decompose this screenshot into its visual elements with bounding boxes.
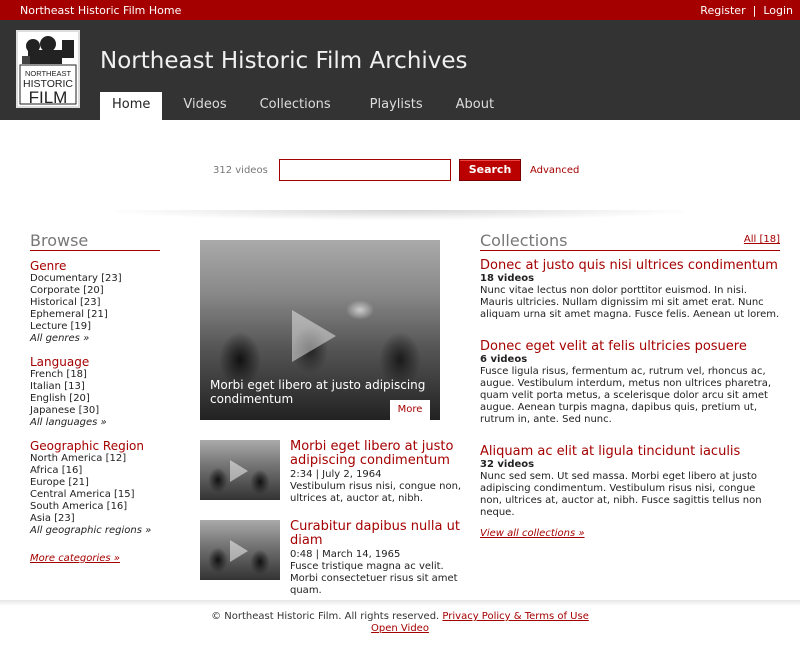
register-link[interactable]: Register bbox=[700, 4, 745, 17]
genre-item[interactable]: Ephemeral [21] bbox=[30, 309, 160, 321]
collection-count: 6 videos bbox=[480, 354, 528, 365]
collection-description: Fusce ligula risus, fermentum ac, rutrum… bbox=[480, 366, 772, 425]
video-count: 312 videos bbox=[213, 165, 268, 176]
collection-title[interactable]: Donec eget velit at felis ultricies posu… bbox=[480, 339, 780, 354]
collection-title[interactable]: Aliquam ac elit at ligula tincidunt iacu… bbox=[480, 444, 780, 459]
genre-item[interactable]: Corporate [20] bbox=[30, 285, 160, 297]
all-genres-link[interactable]: All genres » bbox=[30, 333, 160, 345]
main-nav: Home Videos Collections Playlists About bbox=[100, 92, 515, 120]
all-regions-link[interactable]: All geographic regions » bbox=[30, 525, 160, 537]
collection-count: 32 videos bbox=[480, 459, 535, 470]
collection-item: Donec at justo quis nisi ultrices condim… bbox=[480, 258, 780, 321]
browse-title: Browse bbox=[30, 232, 160, 251]
genre-item[interactable]: Documentary [23] bbox=[30, 273, 160, 285]
home-link[interactable]: Northeast Historic Film Home bbox=[20, 4, 181, 17]
region-item[interactable]: Africa [16] bbox=[30, 465, 160, 477]
all-collections-link[interactable]: All [18] bbox=[744, 234, 780, 245]
video-description: Fusce tristique magna ac velit. Morbi co… bbox=[290, 561, 458, 596]
site-logo[interactable]: NORTHEAST HISTORIC FILM bbox=[16, 30, 80, 108]
video-thumbnail[interactable] bbox=[200, 440, 280, 500]
language-item[interactable]: English [20] bbox=[30, 393, 160, 405]
region-item[interactable]: South America [16] bbox=[30, 501, 160, 513]
privacy-policy-link[interactable]: Privacy Policy & Terms of Use bbox=[442, 611, 588, 622]
play-icon bbox=[230, 460, 248, 482]
copyright-text: © Northeast Historic Film. All rights re… bbox=[211, 611, 440, 622]
site-title: Northeast Historic Film Archives bbox=[100, 48, 468, 74]
tab-home[interactable]: Home bbox=[100, 92, 163, 120]
site-header: NORTHEAST HISTORIC FILM Northeast Histor… bbox=[0, 20, 800, 120]
collection-item: Aliquam ac elit at ligula tincidunt iacu… bbox=[480, 444, 780, 519]
play-icon[interactable] bbox=[292, 310, 336, 362]
tab-videos[interactable]: Videos bbox=[171, 92, 238, 120]
collections-panel: Collections All [18] Donec at justo quis… bbox=[480, 232, 780, 539]
account-links: Register | Login bbox=[700, 4, 793, 17]
genre-list: Documentary [23] Corporate [20] Historic… bbox=[30, 273, 160, 345]
advanced-search-link[interactable]: Advanced bbox=[530, 165, 579, 176]
genre-item[interactable]: Lecture [19] bbox=[30, 321, 160, 333]
tab-collections[interactable]: Collections bbox=[248, 92, 343, 120]
collections-title: Collections bbox=[480, 232, 780, 251]
region-heading[interactable]: Geographic Region bbox=[30, 439, 160, 453]
language-list: French [18] Italian [13] English [20] Ja… bbox=[30, 369, 160, 429]
film-camera-logo-icon: NORTHEAST HISTORIC FILM bbox=[18, 32, 78, 106]
search-bar: 312 videos Search Advanced bbox=[0, 159, 800, 183]
site-footer: © Northeast Historic Film. All rights re… bbox=[0, 611, 800, 635]
genre-heading[interactable]: Genre bbox=[30, 259, 160, 273]
search-button[interactable]: Search bbox=[459, 159, 521, 181]
genre-item[interactable]: Historical [23] bbox=[30, 297, 160, 309]
search-input[interactable] bbox=[279, 159, 451, 181]
footer-divider bbox=[0, 600, 800, 606]
top-bar: Northeast Historic Film Home Register | Lo… bbox=[0, 0, 800, 20]
browse-panel: Browse Genre Documentary [23] Corporate … bbox=[30, 232, 160, 564]
tab-playlists[interactable]: Playlists bbox=[358, 92, 435, 120]
video-meta: 0:48 | March 14, 1965 bbox=[290, 549, 401, 560]
section-divider bbox=[115, 210, 685, 220]
video-info: Curabitur dapibus nulla ut diam 0:48 | M… bbox=[290, 520, 465, 597]
view-all-collections-link[interactable]: View all collections » bbox=[480, 528, 780, 539]
link-separator: | bbox=[752, 4, 757, 17]
featured-more-button[interactable]: More bbox=[390, 400, 430, 420]
open-video-link[interactable]: Open Video bbox=[371, 623, 429, 634]
login-link[interactable]: Login bbox=[763, 4, 793, 17]
featured-video[interactable]: Morbi eget libero at justo adipiscing co… bbox=[200, 240, 440, 420]
video-info: Morbi eget libero at justo adipiscing co… bbox=[290, 440, 465, 505]
region-item[interactable]: Asia [23] bbox=[30, 513, 160, 525]
tab-about[interactable]: About bbox=[444, 92, 506, 120]
video-title[interactable]: Morbi eget libero at justo adipiscing co… bbox=[290, 440, 465, 468]
language-item[interactable]: Italian [13] bbox=[30, 381, 160, 393]
video-thumbnail[interactable] bbox=[200, 520, 280, 580]
collection-title[interactable]: Donec at justo quis nisi ultrices condim… bbox=[480, 258, 780, 273]
collection-description: Nunc vitae lectus non dolor porttitor eu… bbox=[480, 285, 780, 320]
svg-text:NORTHEAST: NORTHEAST bbox=[25, 69, 72, 78]
collection-description: Nunc sed sem. Ut sed massa. Morbi eget l… bbox=[480, 471, 762, 518]
video-title[interactable]: Curabitur dapibus nulla ut diam bbox=[290, 520, 465, 548]
collection-item: Donec eget velit at felis ultricies posu… bbox=[480, 339, 780, 426]
region-item[interactable]: Central America [15] bbox=[30, 489, 160, 501]
more-categories-link[interactable]: More categories » bbox=[30, 553, 160, 564]
all-languages-link[interactable]: All languages » bbox=[30, 417, 160, 429]
svg-text:FILM: FILM bbox=[29, 88, 68, 106]
region-list: North America [12] Africa [16] Europe [2… bbox=[30, 453, 160, 537]
language-heading[interactable]: Language bbox=[30, 355, 160, 369]
play-icon bbox=[230, 540, 248, 562]
language-item[interactable]: French [18] bbox=[30, 369, 160, 381]
video-description: Vestibulum risus nisi, congue non, ultri… bbox=[290, 481, 462, 504]
language-item[interactable]: Japanese [30] bbox=[30, 405, 160, 417]
collection-count: 18 videos bbox=[480, 273, 535, 284]
region-item[interactable]: North America [12] bbox=[30, 453, 160, 465]
region-item[interactable]: Europe [21] bbox=[30, 477, 160, 489]
video-meta: 2:34 | July 2, 1964 bbox=[290, 469, 382, 480]
